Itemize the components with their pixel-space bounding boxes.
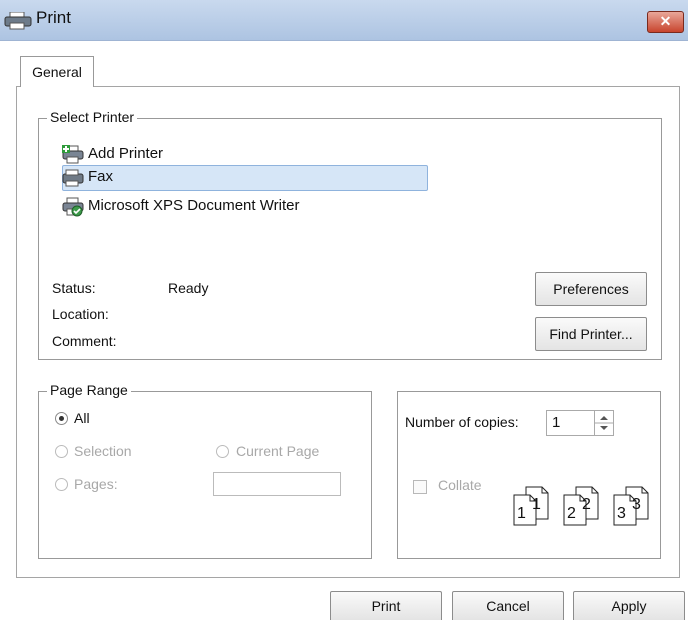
find-printer-button[interactable]: Find Printer...	[535, 317, 647, 351]
printer-label: Microsoft XPS Document Writer	[88, 197, 300, 214]
page-number-back: 1	[532, 496, 541, 513]
tab-general[interactable]: General	[20, 56, 94, 87]
copies-input[interactable]: 1	[546, 410, 614, 436]
print-button[interactable]: Print	[330, 591, 442, 620]
status-label: Status:	[52, 280, 96, 296]
status-value: Ready	[168, 280, 209, 296]
page-number-front: 1	[517, 505, 526, 522]
collate-checkbox[interactable]	[413, 480, 427, 494]
apply-button[interactable]: Apply	[573, 591, 685, 620]
comment-label: Comment:	[52, 333, 117, 349]
add-printer-icon	[62, 145, 84, 164]
location-label: Location:	[52, 306, 109, 322]
radio-all-label: All	[74, 410, 90, 426]
close-icon: ✕	[659, 13, 672, 29]
printer-icon	[4, 12, 32, 30]
page-number-back: 2	[582, 496, 591, 513]
printer-label: Add Printer	[88, 145, 164, 162]
close-button[interactable]: ✕	[647, 11, 684, 33]
printer-label: Fax	[88, 168, 114, 185]
copies-spinner[interactable]	[594, 411, 613, 435]
preferences-button[interactable]: Preferences	[535, 272, 647, 306]
radio-selection-label: Selection	[74, 443, 132, 459]
collate-label: Collate	[438, 477, 482, 493]
page-number-front: 3	[617, 505, 626, 522]
xps-printer-icon	[62, 197, 84, 217]
radio-current-page-label: Current Page	[236, 443, 320, 459]
page-range-legend: Page Range	[47, 382, 131, 398]
radio-pages-label: Pages:	[74, 476, 118, 492]
radio-current-page[interactable]	[216, 445, 229, 458]
window-title: Print	[36, 8, 71, 27]
printer-item-fax[interactable]: Fax	[62, 166, 422, 188]
copies-value: 1	[552, 414, 561, 431]
printer-item-xps[interactable]: Microsoft XPS Document Writer	[62, 195, 422, 217]
number-of-copies-label: Number of copies:	[405, 414, 519, 430]
radio-selection[interactable]	[55, 445, 68, 458]
select-printer-legend: Select Printer	[47, 109, 138, 125]
page-number-back: 3	[632, 496, 641, 513]
printer-item-add-printer[interactable]: Add Printer	[62, 143, 422, 165]
fax-printer-icon	[62, 169, 84, 187]
pages-input[interactable]	[213, 472, 341, 496]
page-number-front: 2	[567, 505, 576, 522]
title-bar: Print ✕	[0, 0, 688, 41]
spinner-arrows-icon	[595, 416, 613, 430]
radio-all[interactable]	[55, 412, 68, 425]
cancel-button[interactable]: Cancel	[452, 591, 564, 620]
radio-pages[interactable]	[55, 478, 68, 491]
